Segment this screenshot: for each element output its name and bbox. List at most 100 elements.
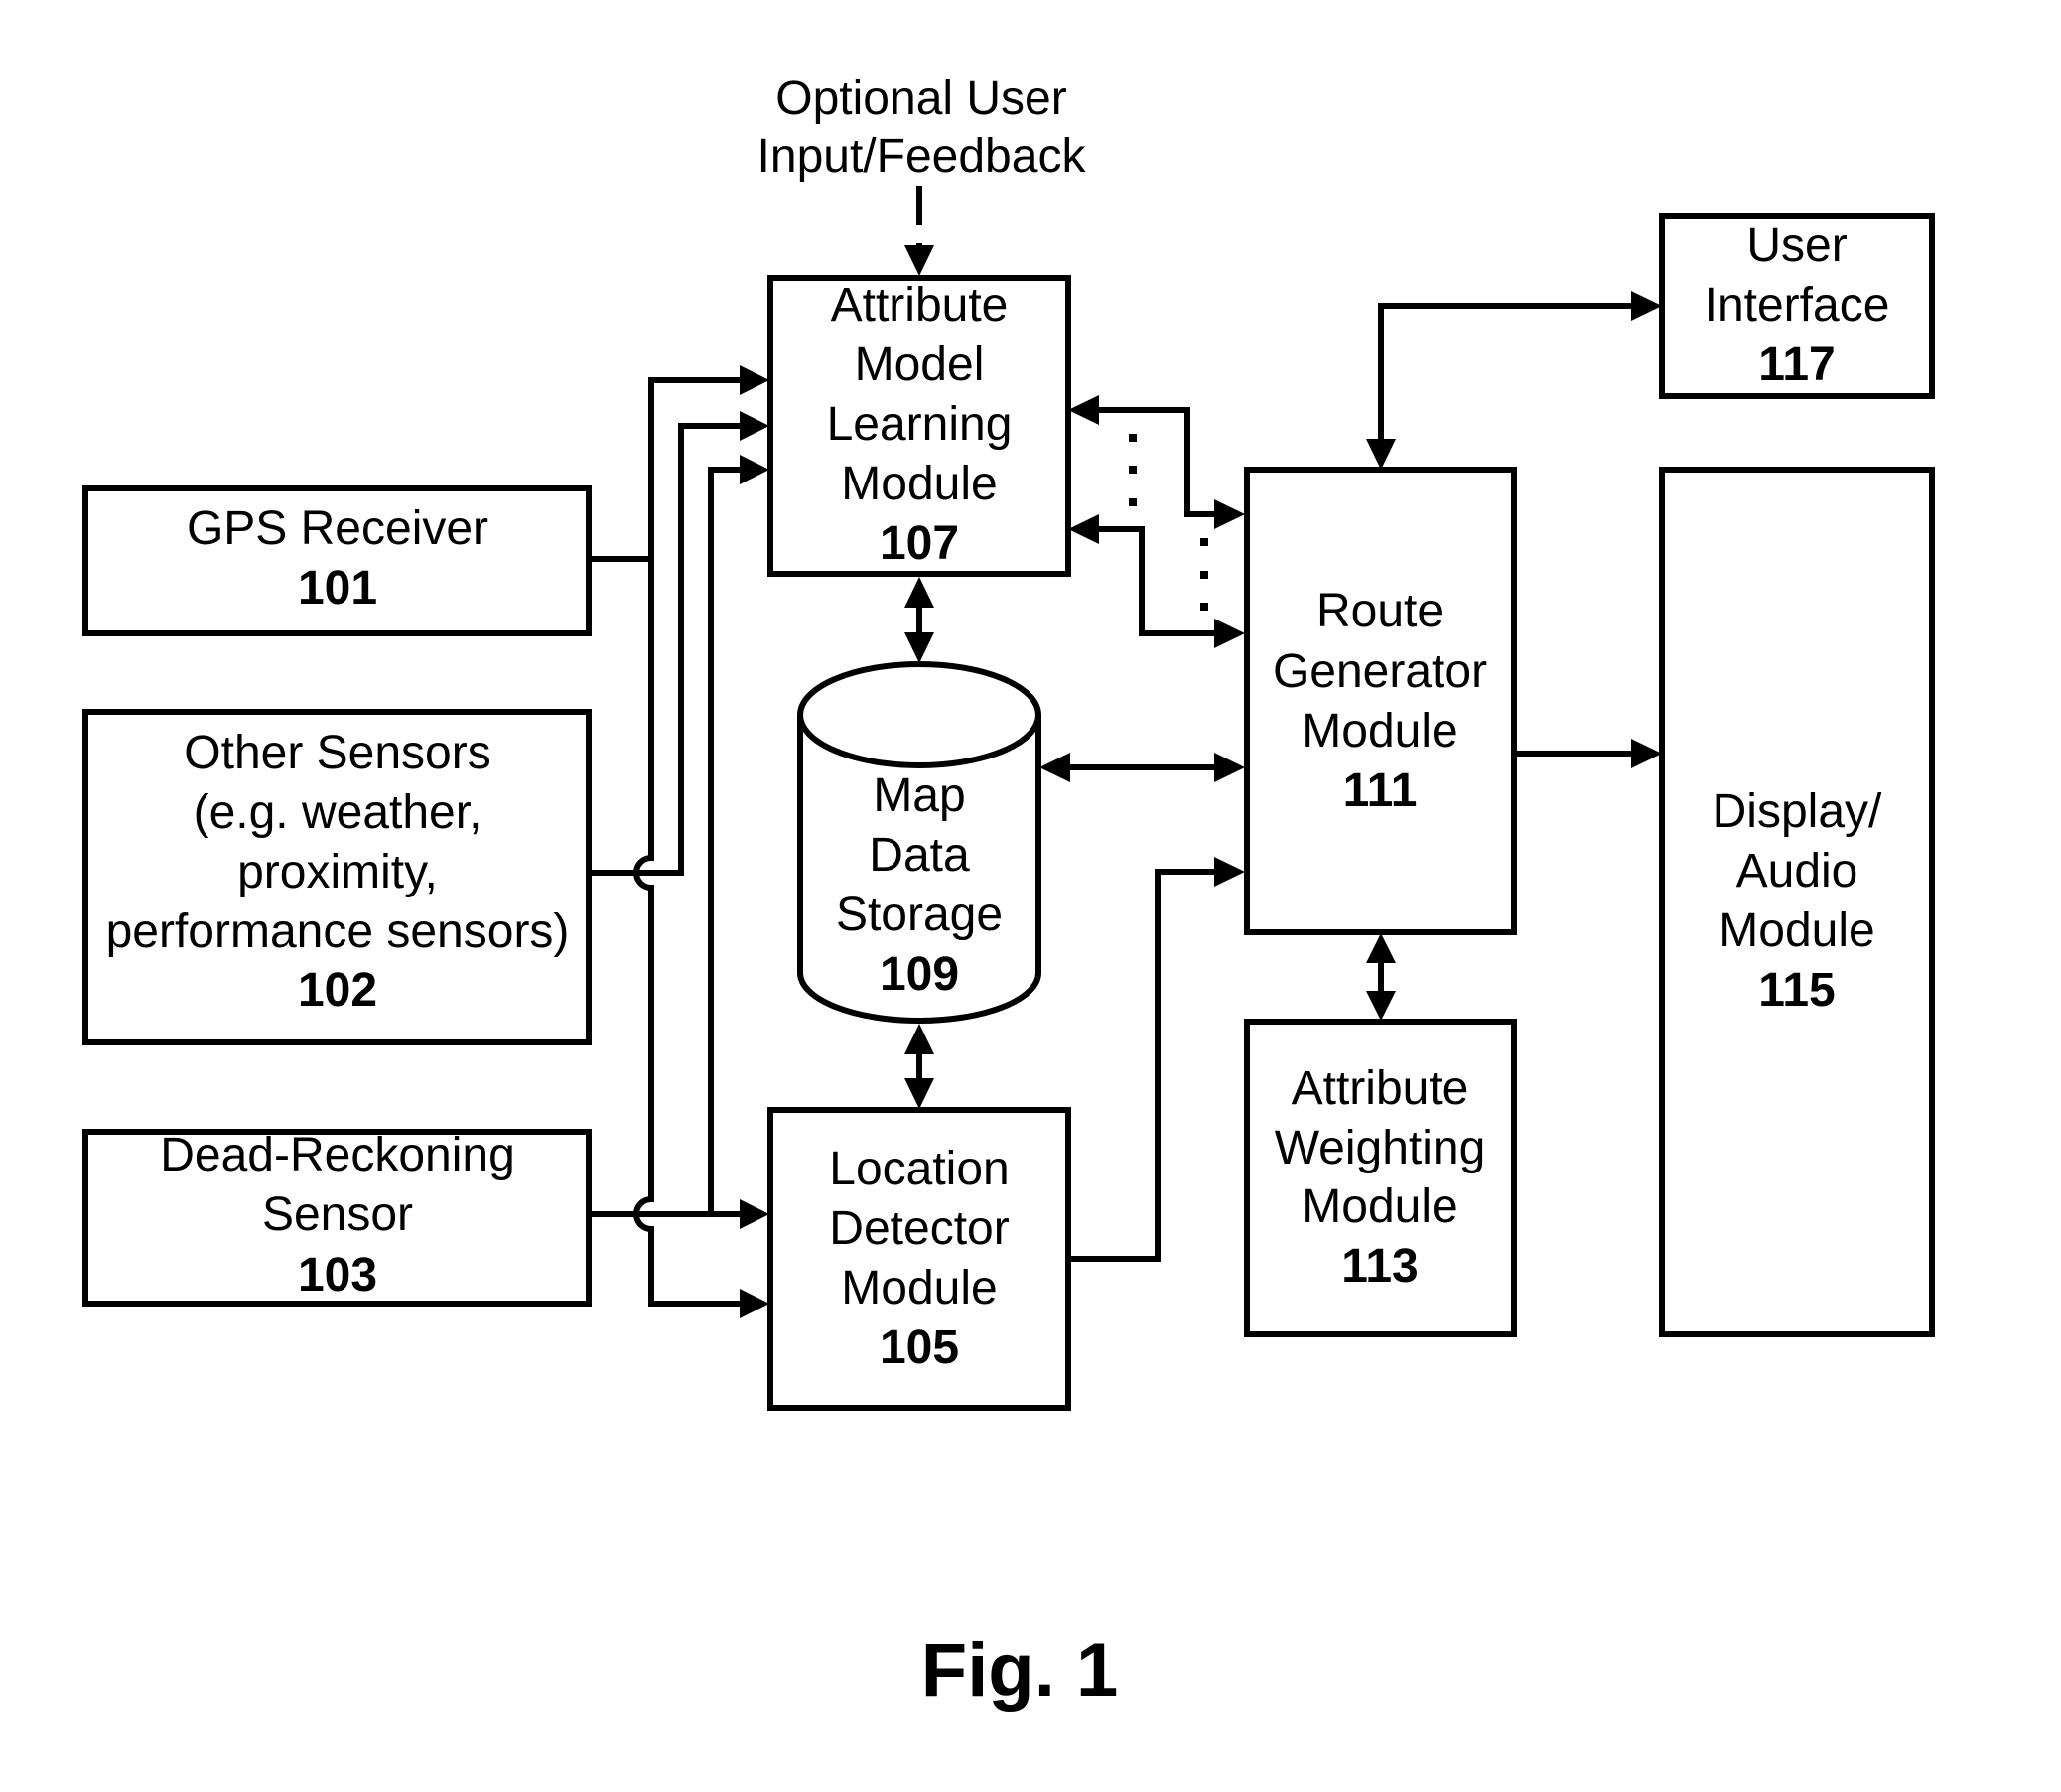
ellipsis-dot <box>1200 603 1208 611</box>
ellipsis-dot <box>1129 498 1137 506</box>
optional-user-input-label: Optional User Input/Feedback <box>757 72 1087 183</box>
user-interface-ref: 117 <box>1758 339 1835 391</box>
arrowhead-up-icon <box>904 1024 934 1054</box>
block-other-sensors: Other Sensors (e.g. weather, proximity, … <box>82 709 592 1045</box>
location-detector-ref: 105 <box>880 1321 959 1374</box>
optional-user-input-line-2: Input/Feedback <box>757 130 1087 183</box>
block-gps-receiver: GPS Receiver 101 <box>82 485 592 636</box>
figure-caption: Fig. 1 <box>921 1628 1118 1713</box>
optional-user-input-line-1: Optional User <box>775 72 1066 125</box>
arrowhead-right-icon <box>740 365 769 395</box>
display-audio-line-3: Module <box>1718 904 1874 957</box>
gps-receiver-label: GPS Receiver <box>187 502 488 555</box>
location-detector-line-3: Module <box>841 1262 997 1314</box>
arrowhead-right-icon <box>740 1289 769 1318</box>
display-audio-line-1: Display/ <box>1713 785 1882 838</box>
location-detector-line-1: Location <box>829 1143 1009 1195</box>
wire <box>1378 303 1643 452</box>
arrowhead-down-icon <box>1366 439 1396 470</box>
dead-reckoning-ref: 103 <box>298 1249 377 1302</box>
link-105-111 <box>1068 857 1245 1262</box>
arrowhead-right-icon <box>1214 753 1245 782</box>
block-location-detector: Location Detector Module 105 <box>767 1107 1071 1411</box>
arrowhead-down-icon <box>1366 991 1396 1021</box>
map-data-storage-line-3: Storage <box>836 889 1003 941</box>
arrowhead-left-icon <box>1068 514 1099 544</box>
map-data-storage-line-2: Data <box>869 829 970 882</box>
arrowhead-right-icon <box>1214 619 1245 648</box>
link-107-111-multiple <box>1068 395 1245 648</box>
attribute-weighting-line-2: Weighting <box>1275 1122 1486 1174</box>
optional-input-dashed-arrow <box>904 186 934 276</box>
arrowhead-right-icon <box>1631 739 1662 768</box>
block-map-data-storage: Map Data Storage 109 <box>797 661 1041 1024</box>
ellipsis-dot <box>1200 571 1208 579</box>
wire-upper <box>1087 407 1226 517</box>
link-111-113 <box>1366 933 1396 1021</box>
route-generator-line-3: Module <box>1302 705 1457 758</box>
dead-reckoning-line-2: Sensor <box>262 1188 413 1241</box>
gps-bus-wire <box>633 380 654 1304</box>
attribute-weighting-ref: 113 <box>1341 1240 1418 1293</box>
block-attribute-model-learning: Attribute Model Learning Module 107 <box>767 275 1071 577</box>
attribute-model-learning-line-1: Attribute <box>831 279 1009 332</box>
route-generator-box <box>1244 467 1517 935</box>
block-user-interface: User Interface 117 <box>1659 213 1935 399</box>
user-interface-line-2: Interface <box>1705 279 1890 332</box>
sensor-wiring <box>589 365 769 1318</box>
other-sensors-line-3: proximity, <box>237 846 438 898</box>
gps-receiver-ref: 101 <box>298 562 377 615</box>
other-sensors-line-2: (e.g. weather, <box>194 786 482 839</box>
arrowhead-left-icon <box>1039 753 1070 782</box>
attribute-weighting-line-1: Attribute <box>1292 1062 1469 1115</box>
block-diagram: Optional User Input/Feedback GPS Receive… <box>82 72 1935 1713</box>
arrowhead-right-icon <box>1214 857 1245 887</box>
block-display-audio: Display/ Audio Module 115 <box>1659 467 1935 1337</box>
arrowhead-right-icon <box>1214 499 1245 529</box>
other-sensors-line-1: Other Sensors <box>184 727 490 779</box>
ellipsis-dot <box>1129 434 1137 442</box>
dead-reckoning-line-1: Dead-Reckoning <box>160 1129 515 1181</box>
arrowhead-up-icon <box>904 577 934 608</box>
block-attribute-weighting: Attribute Weighting Module 113 <box>1244 1019 1517 1337</box>
display-audio-line-2: Audio <box>1736 845 1858 897</box>
attribute-model-learning-line-2: Model <box>855 339 985 391</box>
route-generator-line-2: Generator <box>1273 645 1487 698</box>
display-audio-box <box>1659 467 1935 1337</box>
arrowhead-down-icon <box>904 245 934 276</box>
arrowhead-right-icon <box>740 1199 769 1229</box>
ellipsis-dot <box>1200 538 1208 546</box>
arrowhead-down-icon <box>904 1078 934 1109</box>
arrowhead-right-icon <box>740 411 769 441</box>
map-data-storage-top <box>797 661 1041 768</box>
arrowhead-left-icon <box>1068 395 1099 425</box>
attribute-model-learning-line-3: Learning <box>827 398 1013 451</box>
route-generator-line-1: Route <box>1316 585 1443 637</box>
location-detector-line-2: Detector <box>829 1202 1009 1255</box>
attribute-model-learning-line-4: Module <box>841 458 997 510</box>
arrowhead-down-icon <box>904 632 934 663</box>
link-111-117 <box>1366 291 1662 470</box>
wire <box>1068 869 1226 1262</box>
attribute-weighting-line-3: Module <box>1302 1180 1457 1233</box>
map-data-storage-ref: 109 <box>880 948 959 1001</box>
link-109-105 <box>904 1024 934 1109</box>
arrowhead-right-icon <box>740 455 769 484</box>
dead-reckoning-to-107-wire <box>708 467 745 1217</box>
map-data-storage-line-1: Map <box>873 769 965 822</box>
display-audio-ref: 115 <box>1758 964 1835 1017</box>
link-111-115 <box>1514 739 1662 768</box>
arrowhead-right-icon <box>1631 291 1662 321</box>
arrowhead-up-icon <box>1366 933 1396 963</box>
route-generator-ref: 111 <box>1343 764 1418 817</box>
other-sensors-ref: 102 <box>298 964 377 1017</box>
ellipsis-dot <box>1129 466 1137 474</box>
other-sensors-to-107-wire <box>589 423 745 876</box>
link-107-109 <box>904 577 934 663</box>
link-109-111 <box>1039 753 1245 782</box>
attribute-model-learning-ref: 107 <box>880 517 959 570</box>
user-interface-line-1: User <box>1746 219 1847 272</box>
block-route-generator: Route Generator Module 111 <box>1244 467 1517 935</box>
block-dead-reckoning: Dead-Reckoning Sensor 103 <box>82 1129 592 1307</box>
other-sensors-line-4: performance sensors) <box>106 905 570 958</box>
